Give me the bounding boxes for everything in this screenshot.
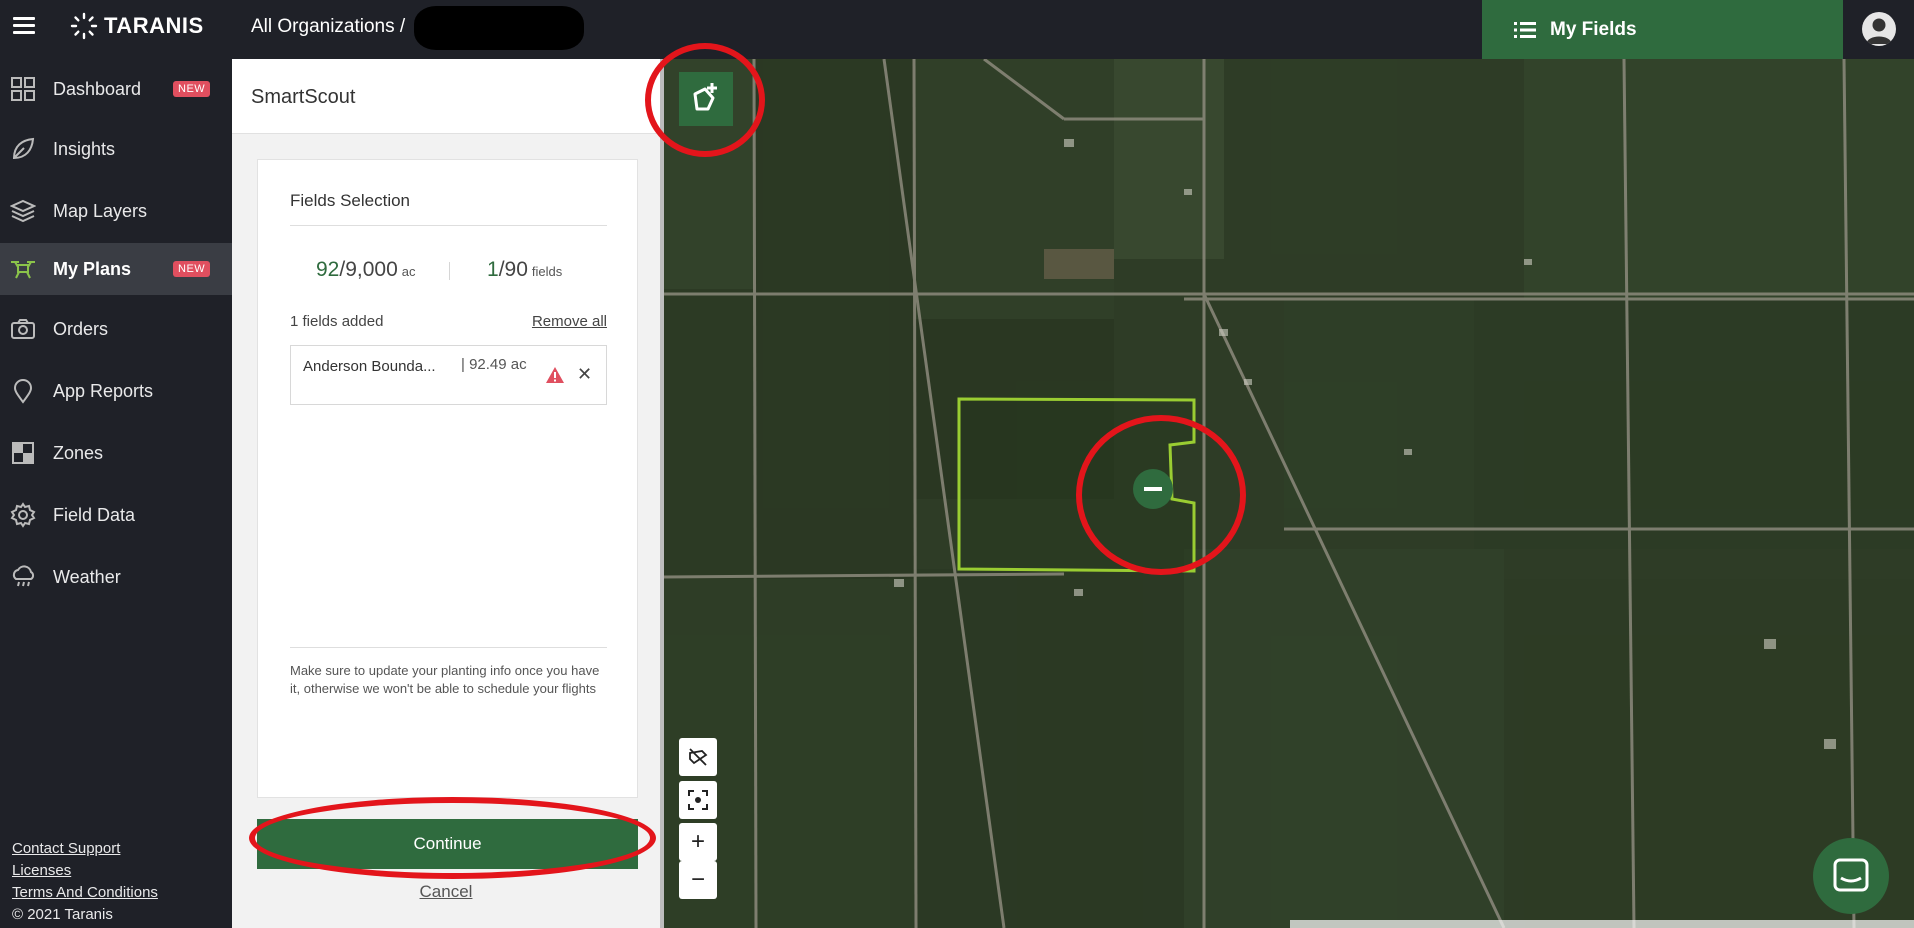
sidebar-item-map-layers[interactable]: Map Layers — [0, 185, 232, 237]
sidebar-footer: Contact Support Licenses Terms And Condi… — [12, 838, 158, 926]
drone-icon — [11, 261, 35, 279]
sidebar-item-dashboard[interactable]: Dashboard NEW — [0, 63, 232, 115]
list-icon — [1514, 21, 1536, 38]
fields-selected: 1 — [487, 258, 499, 281]
fit-bounds-button[interactable] — [679, 781, 717, 819]
panel-title: SmartScout — [251, 86, 356, 108]
fields-unit: fields — [531, 264, 563, 279]
sidebar-item-label: Field Data — [53, 504, 136, 525]
layers-icon — [10, 199, 36, 223]
hide-fields-button[interactable] — [679, 738, 717, 776]
chat-icon — [1833, 858, 1869, 892]
planting-info-note: Make sure to update your planting info o… — [290, 663, 600, 696]
my-fields-button[interactable]: My Fields — [1482, 0, 1843, 59]
sidebar-item-orders[interactable]: Orders — [0, 303, 232, 355]
avatar[interactable] — [1862, 12, 1896, 46]
contact-support-link[interactable]: Contact Support — [12, 838, 158, 860]
grid-icon — [11, 77, 35, 101]
sidebar-item-weather[interactable]: Weather — [0, 551, 232, 603]
warning-icon[interactable] — [545, 366, 565, 384]
camera-icon — [11, 319, 35, 339]
sidebar-item-label: App Reports — [53, 380, 154, 401]
chat-button[interactable] — [1813, 838, 1889, 914]
new-badge: NEW — [173, 261, 211, 277]
zoom-out-button[interactable]: − — [679, 861, 717, 899]
fields-selection-card: Fields Selection 92/9,000 ac 1/90 fields 1… — [257, 159, 638, 798]
breadcrumb[interactable]: All Organizations / — [251, 16, 405, 38]
acres-stat: 92/9,000 ac — [316, 258, 415, 282]
sidebar-item-label: Orders — [53, 318, 109, 339]
card-title: Fields Selection — [290, 191, 411, 210]
sidebar-item-app-reports[interactable]: App Reports — [0, 365, 232, 417]
location-pin-icon — [13, 379, 33, 404]
fields-stat: 1/90 fields — [487, 258, 562, 282]
fields-added-count: 1 fields added — [290, 313, 384, 330]
copyright: © 2021 Taranis — [12, 906, 113, 923]
logo-text: TARANIS — [104, 13, 204, 38]
terms-link[interactable]: Terms And Conditions — [12, 882, 158, 904]
smartscout-panel: SmartScout Fields Selection 92/9,000 ac 1… — [232, 59, 660, 928]
sidebar-item-label: Insights — [53, 138, 116, 159]
acres-unit: ac — [401, 264, 416, 279]
hide-layer-icon — [689, 748, 708, 766]
remove-all-link[interactable]: Remove all — [532, 313, 607, 330]
sidebar-item-my-plans[interactable]: My Plans NEW — [0, 243, 232, 295]
sidebar-item-zones[interactable]: Zones — [0, 427, 232, 479]
sidebar-item-label: My Plans — [53, 258, 132, 279]
my-fields-label: My Fields — [1550, 18, 1637, 40]
field-name: Anderson Bounda... — [303, 358, 436, 375]
sidebar: Dashboard NEW Insights Map Layers My Pla… — [0, 59, 232, 928]
map-attribution — [1290, 920, 1914, 928]
panel-header: SmartScout — [232, 59, 660, 134]
sidebar-item-field-data[interactable]: Field Data — [0, 489, 232, 541]
field-acres: | 92.49 ac — [461, 356, 527, 373]
gear-icon — [10, 502, 36, 528]
sidebar-item-label: Dashboard — [53, 78, 142, 99]
user-icon — [1866, 18, 1892, 44]
draw-polygon-icon — [693, 83, 717, 111]
satellite-imagery — [664, 59, 1914, 928]
leaf-icon — [12, 137, 35, 160]
redacted-organization — [414, 6, 584, 50]
divider — [290, 647, 607, 648]
sidebar-item-label: Weather — [53, 566, 121, 587]
licenses-link[interactable]: Licenses — [12, 860, 158, 882]
sun-logo-icon — [70, 12, 98, 40]
checkerboard-icon — [12, 442, 34, 464]
sidebar-item-label: Map Layers — [53, 200, 148, 221]
zoom-in-button[interactable]: + — [679, 823, 717, 861]
satellite-map[interactable] — [664, 59, 1914, 928]
fields-added-row: 1 fields added Remove all — [290, 313, 607, 330]
acres-selected: 92 — [316, 258, 340, 281]
fields-total: /90 — [498, 258, 528, 281]
acres-total: /9,000 — [339, 258, 398, 281]
cancel-link[interactable]: Cancel — [232, 882, 660, 902]
new-badge: NEW — [173, 81, 211, 97]
logo[interactable]: TARANIS — [70, 12, 204, 40]
continue-button[interactable]: Continue — [257, 819, 638, 869]
top-bar: TARANIS All Organizations / My Fields — [0, 0, 1914, 59]
list-item: Anderson Bounda... | 92.49 ac ✕ — [290, 345, 607, 405]
menu-icon[interactable] — [13, 17, 35, 35]
draw-field-button[interactable] — [679, 72, 733, 126]
stat-separator — [449, 262, 450, 280]
focus-icon — [688, 790, 708, 810]
sidebar-item-label: Zones — [53, 442, 104, 463]
selection-stats: 92/9,000 ac 1/90 fields — [258, 258, 639, 288]
cloud-rain-icon — [12, 565, 35, 587]
sidebar-item-insights[interactable]: Insights — [0, 123, 232, 175]
remove-field-close-icon[interactable]: ✕ — [577, 364, 592, 385]
divider — [290, 225, 607, 226]
